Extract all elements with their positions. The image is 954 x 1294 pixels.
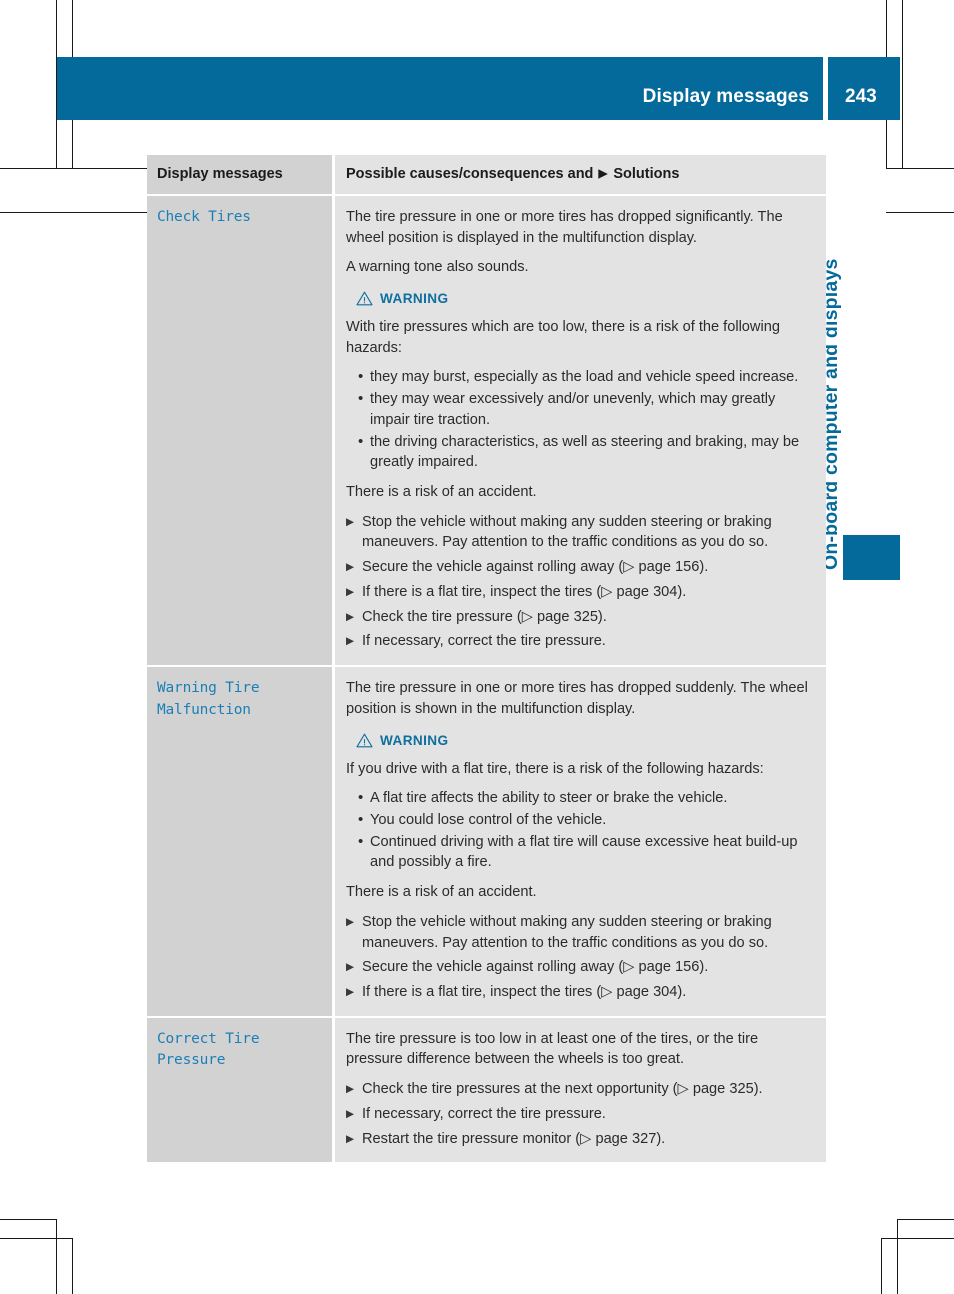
display-message-label: Warning Tire Malfunction xyxy=(157,680,260,718)
crop-mark-tl-h2 xyxy=(0,212,168,213)
warning-outro: There is a risk of an accident. xyxy=(346,884,537,901)
warning-triangle-icon xyxy=(356,291,373,306)
crop-mark-bl-v2 xyxy=(72,1238,73,1294)
list-item: If necessary, correct the tire pressure. xyxy=(346,631,814,652)
message-detail-cell: The tire pressure is too low in at least… xyxy=(332,1017,826,1163)
detail-paragraph: A warning tone also sounds. xyxy=(346,259,529,276)
list-item: You could lose control of the vehicle. xyxy=(358,809,814,831)
list-item: Stop the vehicle without making any sudd… xyxy=(346,912,814,953)
table-header-row: Display messages Possible causes/consequ… xyxy=(147,155,826,194)
detail-paragraph: The tire pressure in one or more tires h… xyxy=(346,680,808,717)
table-row: Correct Tire Pressure The tire pressure … xyxy=(147,1015,826,1163)
warning-triangle-icon xyxy=(356,733,373,747)
list-item: Check the tire pressures at the next opp… xyxy=(346,1079,814,1100)
list-item: Secure the vehicle against rolling away … xyxy=(346,957,814,978)
solution-step-list: Stop the vehicle without making any sudd… xyxy=(346,512,814,652)
list-item: If there is a flat tire, inspect the tir… xyxy=(346,582,814,603)
warning-header: WARNING xyxy=(356,291,814,306)
page-number: 243 xyxy=(828,57,900,120)
list-item: Continued driving with a flat tire will … xyxy=(358,831,814,873)
table-header-cell-message: Display messages xyxy=(147,155,332,194)
table-row: Warning Tire Malfunction The tire pressu… xyxy=(147,665,826,1016)
list-item: Restart the tire pressure monitor (▷ pag… xyxy=(346,1129,814,1150)
warning-bullet-list: A flat tire affects the ability to steer… xyxy=(346,787,814,873)
warning-header: WARNING xyxy=(356,733,814,748)
message-detail-cell: The tire pressure in one or more tires h… xyxy=(332,195,826,666)
column-header-solutions: Possible causes/consequences and ▶ Solut… xyxy=(346,165,814,184)
chapter-tab-marker xyxy=(843,535,900,580)
crop-mark-bl-v1 xyxy=(56,1219,57,1294)
table-row: Check Tires The tire pressure in one or … xyxy=(147,193,826,666)
column-header-prefix: Possible causes/consequences and xyxy=(346,166,594,182)
display-message-label: Correct Tire Pressure xyxy=(157,1030,260,1069)
list-item: Check the tire pressure (▷ page 325). xyxy=(346,607,814,628)
warning-outro: There is a risk of an accident. xyxy=(346,484,537,501)
solution-step-list: Stop the vehicle without making any sudd… xyxy=(346,912,814,1003)
list-item: Secure the vehicle against rolling away … xyxy=(346,557,814,578)
warning-bullet-list: they may burst, especially as the load a… xyxy=(346,366,814,473)
crop-mark-br-v2 xyxy=(881,1238,882,1294)
list-item: If there is a flat tire, inspect the tir… xyxy=(346,982,814,1003)
solid-triangle-icon: ▶ xyxy=(598,168,608,180)
column-header-suffix: Solutions xyxy=(613,166,680,182)
crop-mark-br-h1 xyxy=(898,1219,954,1220)
message-name-cell: Correct Tire Pressure xyxy=(147,1017,332,1163)
warning-intro: With tire pressures which are too low, t… xyxy=(346,319,780,356)
display-messages-table: Display messages Possible causes/consequ… xyxy=(147,155,826,1163)
crop-mark-tr-h1 xyxy=(886,168,954,169)
column-header-display-messages: Display messages xyxy=(157,166,283,182)
warning-label: WARNING xyxy=(380,291,449,306)
warning-label: WARNING xyxy=(380,732,449,748)
list-item: they may wear excessively and/or unevenl… xyxy=(358,388,814,430)
crop-mark-bl-h2 xyxy=(0,1238,72,1239)
crop-mark-br-h2 xyxy=(882,1238,954,1239)
list-item: Stop the vehicle without making any sudd… xyxy=(346,512,814,553)
page-header-band: Display messages xyxy=(57,57,823,120)
table-header-cell-solutions: Possible causes/consequences and ▶ Solut… xyxy=(332,155,826,194)
solution-step-list: Check the tire pressures at the next opp… xyxy=(346,1079,814,1149)
chapter-side-tab: On-board computer and displays xyxy=(820,170,883,570)
list-item: they may burst, especially as the load a… xyxy=(358,366,814,388)
detail-paragraph: The tire pressure in one or more tires h… xyxy=(346,208,783,246)
page-title: Display messages xyxy=(642,86,809,107)
list-item: If necessary, correct the tire pressure. xyxy=(346,1104,814,1125)
detail-paragraph: The tire pressure is too low in at least… xyxy=(346,1030,759,1068)
list-item: A flat tire affects the ability to steer… xyxy=(358,787,814,809)
crop-mark-tr-v2 xyxy=(902,0,903,168)
crop-mark-br-v1 xyxy=(897,1219,898,1294)
message-name-cell: Check Tires xyxy=(147,195,332,666)
message-detail-cell: The tire pressure in one or more tires h… xyxy=(332,667,826,1016)
message-name-cell: Warning Tire Malfunction xyxy=(147,667,332,1016)
display-message-label: Check Tires xyxy=(157,208,251,225)
crop-mark-tr-h2 xyxy=(886,212,954,213)
list-item: the driving characteristics, as well as … xyxy=(358,431,814,473)
crop-mark-tl-h1 xyxy=(0,168,168,169)
crop-mark-bl-h1 xyxy=(0,1219,56,1220)
warning-intro: If you drive with a flat tire, there is … xyxy=(346,760,764,777)
